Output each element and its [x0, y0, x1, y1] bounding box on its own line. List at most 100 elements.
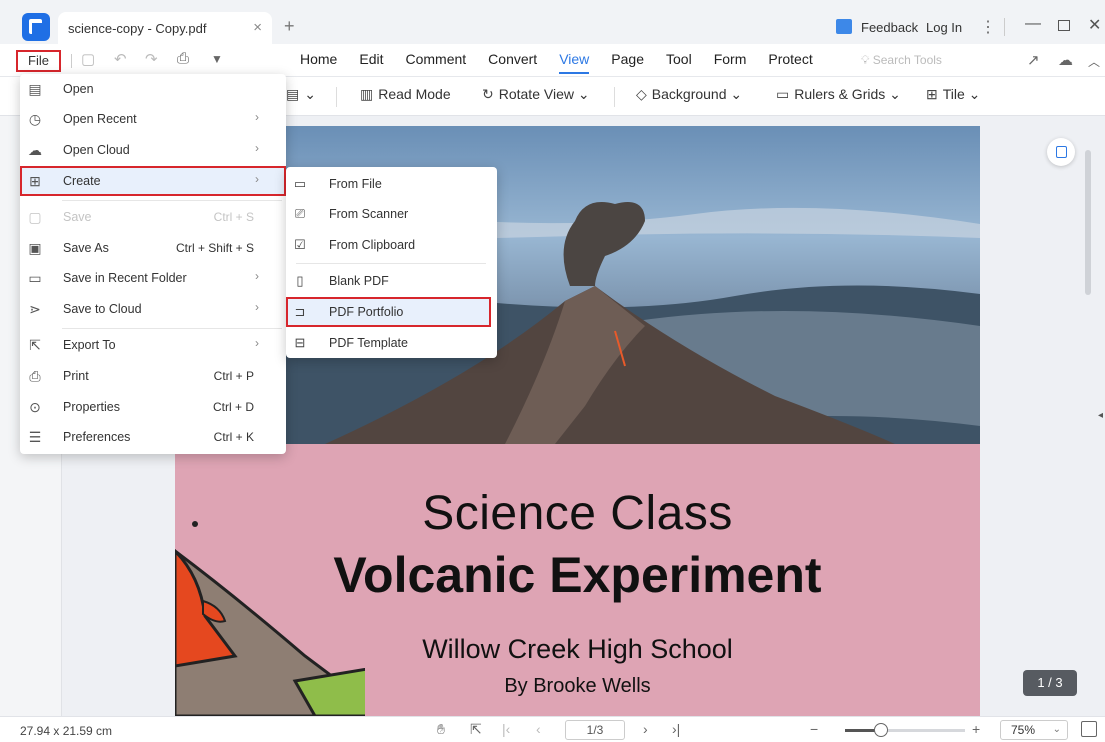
submenu-item-from-file[interactable]: ▭ From File	[286, 169, 497, 199]
select-tool-icon[interactable]: ⇱	[470, 721, 482, 738]
page-number-input[interactable]: 1/3	[565, 720, 625, 740]
file-menu: ▤ Open ◷ Open Recent › ☁ Open Cloud › ⊞ …	[20, 74, 286, 454]
submenu-item-from-scanner[interactable]: ⎚ From Scanner	[286, 199, 497, 229]
chevron-right-icon: ›	[255, 172, 259, 186]
more-options-icon[interactable]: ⋮	[980, 17, 996, 37]
menu-item-save-recent-folder[interactable]: ▭ Save in Recent Folder ›	[20, 263, 286, 293]
scanner-icon: ⎚	[294, 206, 306, 221]
cloud-upload-icon[interactable]: ☁	[1058, 51, 1073, 69]
share-icon[interactable]: ↗	[1027, 51, 1040, 69]
file-menu-button[interactable]: File	[16, 50, 61, 72]
tab-protect[interactable]: Protect	[757, 44, 823, 76]
menu-item-shortcut: Ctrl + Shift + S	[175, 241, 254, 255]
rulers-grids-label: Rulers & Grids	[794, 86, 886, 102]
next-page-icon[interactable]: ›	[643, 721, 648, 737]
blank-page-icon: ▯	[296, 273, 304, 288]
login-button[interactable]: Log In	[926, 20, 962, 35]
ribbon-tabs: Home Edit Comment Convert View Page Tool…	[289, 44, 824, 76]
rotate-icon: ↻	[482, 86, 494, 102]
submenu-item-blank-pdf[interactable]: ▯ Blank PDF	[286, 266, 497, 296]
customize-dropdown-icon[interactable]: ▼	[211, 52, 223, 66]
minimize-button[interactable]: —	[1025, 15, 1041, 33]
new-tab-button[interactable]: +	[284, 16, 295, 37]
menu-item-label: Open	[63, 82, 94, 96]
lightbulb-icon: 💡︎	[861, 53, 870, 67]
menu-item-preferences[interactable]: ☰ Preferences Ctrl + K	[20, 422, 286, 452]
collapse-ribbon-icon[interactable]: ︿	[1088, 53, 1100, 70]
rotate-view-button[interactable]: ↻ Rotate View ⌄	[482, 86, 590, 103]
panel-expand-icon[interactable]: ◂	[1098, 410, 1103, 421]
menu-item-label: Preferences	[63, 430, 131, 444]
rotate-view-label: Rotate View	[498, 86, 574, 102]
menu-item-export-to[interactable]: ⇱ Export To ›	[20, 330, 286, 360]
search-tools-button[interactable]: 💡︎ Search Tools	[861, 53, 942, 68]
open-icon: ▤	[28, 81, 42, 97]
zoom-level-select[interactable]: 75% ⌄	[1000, 720, 1068, 740]
document-tab[interactable]: science-copy - Copy.pdf ×	[58, 12, 272, 44]
tab-home[interactable]: Home	[289, 44, 348, 76]
display-mode-dropdown[interactable]: ▤ ⌄	[286, 86, 316, 103]
tab-view[interactable]: View	[548, 44, 600, 76]
menu-item-label: Print	[63, 369, 89, 383]
zoom-level-value: 75%	[1011, 723, 1036, 737]
previous-page-icon[interactable]: ‹	[536, 721, 541, 737]
close-window-button[interactable]: ✕	[1088, 15, 1101, 35]
menu-item-label: Open Recent	[63, 112, 137, 126]
save-icon: ▢	[28, 209, 42, 225]
menu-item-label: Create	[63, 174, 101, 188]
first-page-icon[interactable]: |‹	[502, 721, 510, 737]
menu-divider	[62, 328, 282, 329]
menu-item-open[interactable]: ▤ Open	[20, 74, 286, 104]
zoom-out-icon[interactable]: −	[810, 721, 818, 737]
rulers-grids-button[interactable]: ▭ Rulers & Grids ⌄	[776, 86, 901, 103]
zoom-slider-thumb[interactable]	[874, 723, 888, 737]
submenu-item-pdf-portfolio[interactable]: ⊐ PDF Portfolio	[286, 297, 491, 327]
tab-comment[interactable]: Comment	[394, 44, 477, 76]
hand-tool-icon[interactable]: ✋︎	[437, 721, 445, 738]
chevron-down-icon: ⌄	[1052, 724, 1061, 735]
background-button[interactable]: ◇ Background ⌄	[636, 86, 742, 103]
menu-item-save-as[interactable]: ▣ Save As Ctrl + Shift + S	[20, 233, 286, 263]
chevron-right-icon: ›	[255, 300, 259, 314]
tab-form[interactable]: Form	[703, 44, 758, 76]
menu-item-label: Save in Recent Folder	[63, 271, 187, 285]
feedback-icon[interactable]	[836, 19, 852, 34]
submenu-item-pdf-template[interactable]: ⊟ PDF Template	[286, 328, 497, 358]
menu-item-shortcut: Ctrl + S	[213, 210, 254, 224]
undo-icon[interactable]: ↶	[114, 50, 127, 68]
print-icon[interactable]: ⎙	[177, 50, 189, 67]
export-icon: ⇱	[29, 337, 41, 353]
fit-page-icon[interactable]	[1081, 721, 1097, 737]
close-tab-icon[interactable]: ×	[253, 19, 262, 36]
menu-item-open-cloud[interactable]: ☁ Open Cloud ›	[20, 135, 286, 165]
tab-page[interactable]: Page	[600, 44, 655, 76]
menu-item-save-to-cloud[interactable]: ⋗ Save to Cloud ›	[20, 294, 286, 324]
ocr-convert-icon[interactable]	[1047, 138, 1075, 166]
read-mode-button[interactable]: ▥ Read Mode	[360, 86, 451, 103]
redo-icon[interactable]: ↷	[145, 50, 158, 68]
tile-button[interactable]: ⊞ Tile ⌄	[926, 86, 980, 103]
zoom-slider[interactable]	[845, 723, 965, 737]
search-tools-label: Search Tools	[872, 53, 942, 67]
zoom-in-icon[interactable]: +	[972, 721, 980, 737]
vertical-scrollbar[interactable]	[1085, 150, 1091, 295]
menu-item-print[interactable]: ⎙ Print Ctrl + P	[20, 361, 286, 391]
maximize-button[interactable]	[1058, 20, 1070, 31]
feedback-button[interactable]: Feedback	[861, 20, 918, 35]
tab-tool[interactable]: Tool	[655, 44, 703, 76]
tab-convert[interactable]: Convert	[477, 44, 548, 76]
tab-edit[interactable]: Edit	[348, 44, 394, 76]
status-bar: 27.94 x 21.59 cm ✋︎ ⇱ |‹ ‹ 1/3 › ›| − + …	[0, 716, 1105, 742]
submenu-item-from-clipboard[interactable]: ☑ From Clipboard	[286, 230, 497, 260]
menu-item-label: Export To	[63, 338, 116, 352]
print-icon: ⎙	[29, 368, 41, 384]
last-page-icon[interactable]: ›|	[672, 721, 680, 737]
menu-item-create[interactable]: ⊞ Create ›	[20, 166, 286, 196]
menu-item-open-recent[interactable]: ◷ Open Recent ›	[20, 104, 286, 134]
chevron-right-icon: ›	[255, 141, 259, 155]
menu-item-properties[interactable]: ⊙ Properties Ctrl + D	[20, 392, 286, 422]
submenu-item-label: From File	[329, 177, 382, 191]
save-icon[interactable]: ▢	[81, 50, 95, 68]
menu-divider	[71, 54, 72, 68]
read-mode-label: Read Mode	[378, 86, 451, 102]
